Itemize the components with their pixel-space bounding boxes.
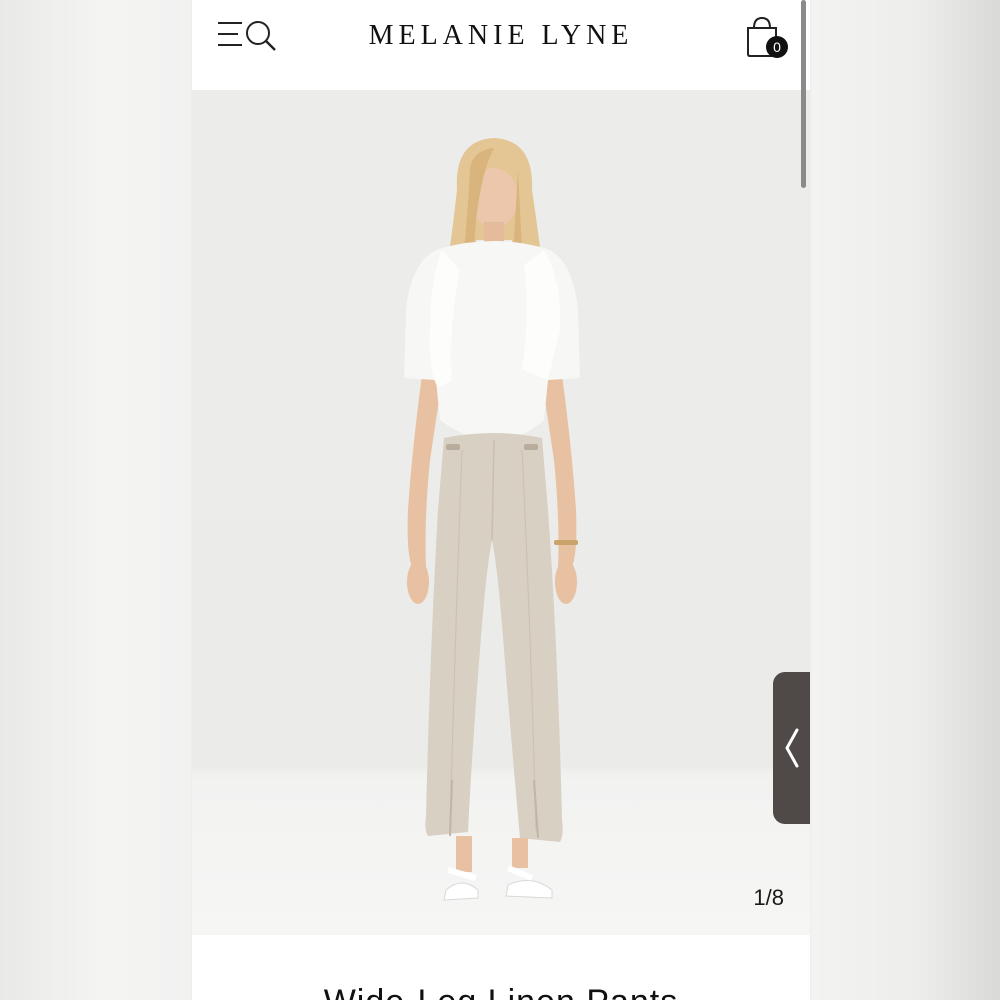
product-image-gallery[interactable]: 1/8 [192, 90, 810, 935]
scrollbar[interactable] [801, 0, 806, 188]
product-info: Wide-Leg Linen Pants [192, 935, 810, 1000]
cart-button[interactable]: 0 [744, 14, 792, 62]
brand-logo[interactable]: MELANIE LYNE [192, 20, 810, 52]
product-photo-model [404, 138, 580, 901]
chevron-left-icon [785, 728, 799, 768]
mobile-page: MELANIE LYNE 0 1/8 [192, 0, 810, 1000]
cart-count-badge: 0 [766, 36, 788, 58]
side-drawer-tab[interactable] [773, 672, 810, 824]
product-title: Wide-Leg Linen Pants [192, 983, 810, 1000]
image-counter: 1/8 [753, 885, 784, 910]
site-header: MELANIE LYNE 0 [192, 0, 810, 90]
